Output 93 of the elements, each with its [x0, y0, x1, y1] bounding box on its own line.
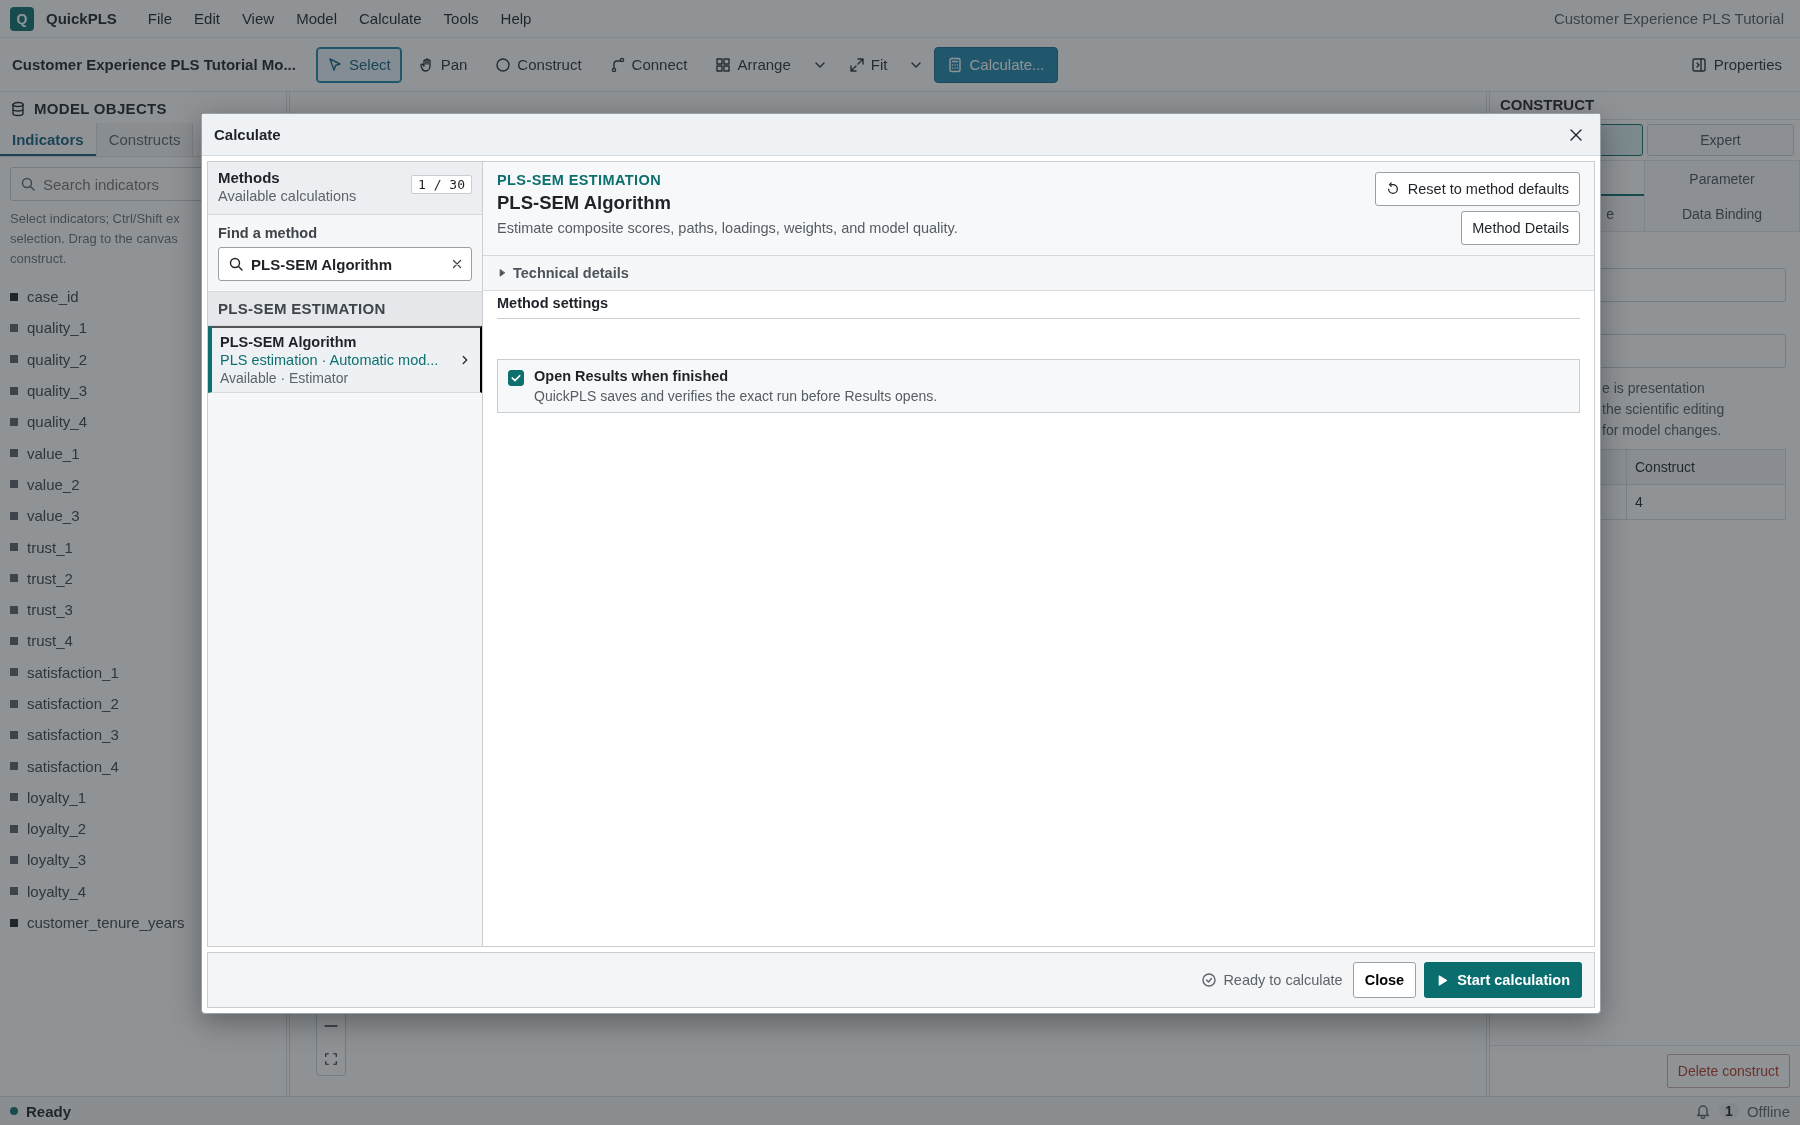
indicator-item[interactable]: quality_4 [27, 413, 88, 431]
play-icon [1436, 973, 1450, 987]
tool-button[interactable]: Arrange [704, 46, 802, 83]
option-description: QuickPLS saves and verifies the exact run before Results opens. [534, 388, 938, 404]
method-count: 1 / 30 [411, 175, 472, 194]
indicator-item[interactable]: satisfaction_3 [27, 726, 119, 744]
ready-status: Ready to calculate [1223, 972, 1343, 988]
properties-button[interactable]: Properties [1684, 55, 1788, 74]
close-button[interactable]: Close [1352, 962, 1417, 998]
window-title: Customer Experience PLS Tutorial [1553, 10, 1785, 27]
panel-tab[interactable]: Parameter [1645, 161, 1800, 196]
indicator-item[interactable]: satisfaction_2 [27, 695, 119, 712]
indicator-item[interactable]: loyalty_3 [27, 851, 87, 869]
checkbox[interactable] [508, 370, 524, 386]
search-field[interactable]: PLS-SEM Algorithm [218, 247, 472, 281]
connect-icon [609, 56, 626, 73]
panel-icon [1690, 56, 1707, 73]
status-dot [10, 1107, 18, 1115]
search-icon [20, 176, 36, 192]
delete-button[interactable]: Delete construct [1666, 1054, 1790, 1088]
mode-button[interactable]: Expert [1647, 124, 1794, 156]
project-title: Customer Experience PLS Tutorial Mo... [12, 56, 296, 73]
method-description: Estimate composite scores, paths, loadings, weights, and model quality. [497, 220, 959, 236]
calculator-icon [947, 56, 964, 73]
expand-icon [848, 56, 865, 73]
details-button[interactable]: Method Details [1461, 211, 1580, 245]
pointer-icon [326, 56, 343, 73]
grid-icon [715, 56, 732, 73]
indicator-item[interactable]: satisfaction_4 [27, 757, 119, 775]
indicator-item[interactable]: trust_2 [27, 569, 73, 587]
indicator-item[interactable]: trust_4 [27, 632, 73, 650]
indicator-item[interactable]: trust_3 [27, 601, 73, 619]
indicator-item[interactable]: quality_2 [27, 350, 88, 368]
check-icon [510, 372, 522, 384]
app-name: QuickPLS [46, 10, 117, 27]
menu-item[interactable]: View [232, 6, 284, 31]
indicator-item[interactable]: customer_tenure_years [27, 914, 185, 932]
indicator-item[interactable]: trust_1 [27, 538, 73, 556]
menu-item[interactable]: File [138, 6, 182, 31]
tool-button[interactable]: Pan [407, 46, 479, 83]
menu-item[interactable]: Model [287, 6, 346, 31]
hint-text: e is presentation the scientific editing for model changes. [1602, 379, 1726, 440]
table-cell: 4 [1626, 484, 1786, 520]
indicator-item[interactable]: quality_3 [27, 382, 88, 400]
menu-item[interactable]: Edit [185, 6, 229, 31]
indicator-item[interactable]: satisfaction_1 [27, 663, 119, 681]
menu-item[interactable]: Tools [434, 6, 488, 31]
clear-icon [450, 257, 464, 271]
bell-icon [1695, 1103, 1712, 1119]
app-logo: Q [10, 6, 34, 31]
status-text: Ready [26, 1102, 72, 1120]
indicator-item[interactable]: loyalty_1 [27, 788, 87, 806]
menu-item[interactable]: Calculate [350, 6, 431, 31]
indicator-item[interactable]: loyalty_4 [27, 882, 87, 900]
indicator-item[interactable]: quality_1 [27, 319, 88, 337]
panel-tab[interactable]: Data Binding [1645, 196, 1800, 231]
circle-icon [495, 56, 512, 73]
search-icon [228, 256, 244, 272]
group-header: PLS-SEM ESTIMATION [208, 292, 482, 326]
panel-tab[interactable]: Constructs [96, 123, 194, 156]
start-button[interactable]: Start calculation [1424, 962, 1582, 998]
tool-button[interactable]: Select [315, 46, 402, 83]
reset-icon [1385, 182, 1400, 196]
tool-button[interactable]: Connect [598, 46, 699, 83]
option-label: Open Results when finished [534, 368, 730, 384]
minus-icon [324, 1024, 338, 1027]
indicator-item[interactable]: case_id [27, 288, 79, 306]
connection-status: Offline [1746, 1102, 1790, 1120]
corners-icon [324, 1051, 338, 1066]
tool-button[interactable]: Construct [484, 46, 593, 83]
reset-button[interactable]: Reset to method defaults [1374, 172, 1580, 206]
indicator-item[interactable]: value_3 [27, 507, 80, 525]
database-icon [10, 100, 26, 117]
indicator-item[interactable]: loyalty_2 [27, 820, 87, 838]
dialog-title: Calculate [214, 126, 281, 143]
menu-item[interactable]: Help [491, 6, 541, 31]
column-header: Construct [1626, 449, 1786, 485]
notification-count: 1 [1719, 1103, 1739, 1119]
method-item[interactable]: PLS-SEM Algorithm PLS estimation · Automatic mod... Available · Estimator [208, 326, 482, 393]
calculate-button[interactable]: Calculate... [934, 46, 1058, 83]
hint-text: Select indicators; Ctrl/Shift ex selection. Drag to the canvas construct. [10, 210, 180, 268]
technical-details-toggle[interactable]: Technical details [483, 256, 1594, 291]
method-title: PLS-SEM Algorithm [497, 192, 673, 214]
panel-tab[interactable]: Indicators [0, 123, 97, 156]
indicator-item[interactable]: value_2 [27, 475, 80, 493]
indicator-item[interactable]: value_1 [27, 444, 80, 462]
tool-button[interactable]: Fit [837, 46, 899, 83]
check-circle-icon [1201, 972, 1218, 988]
triangle-right-icon [497, 268, 507, 278]
section-title: Method settings [497, 291, 1580, 319]
field-label: Find a method [218, 225, 319, 241]
panel-title: MODEL OBJECTS [34, 100, 167, 117]
method-category: PLS-SEM ESTIMATION [497, 172, 663, 188]
